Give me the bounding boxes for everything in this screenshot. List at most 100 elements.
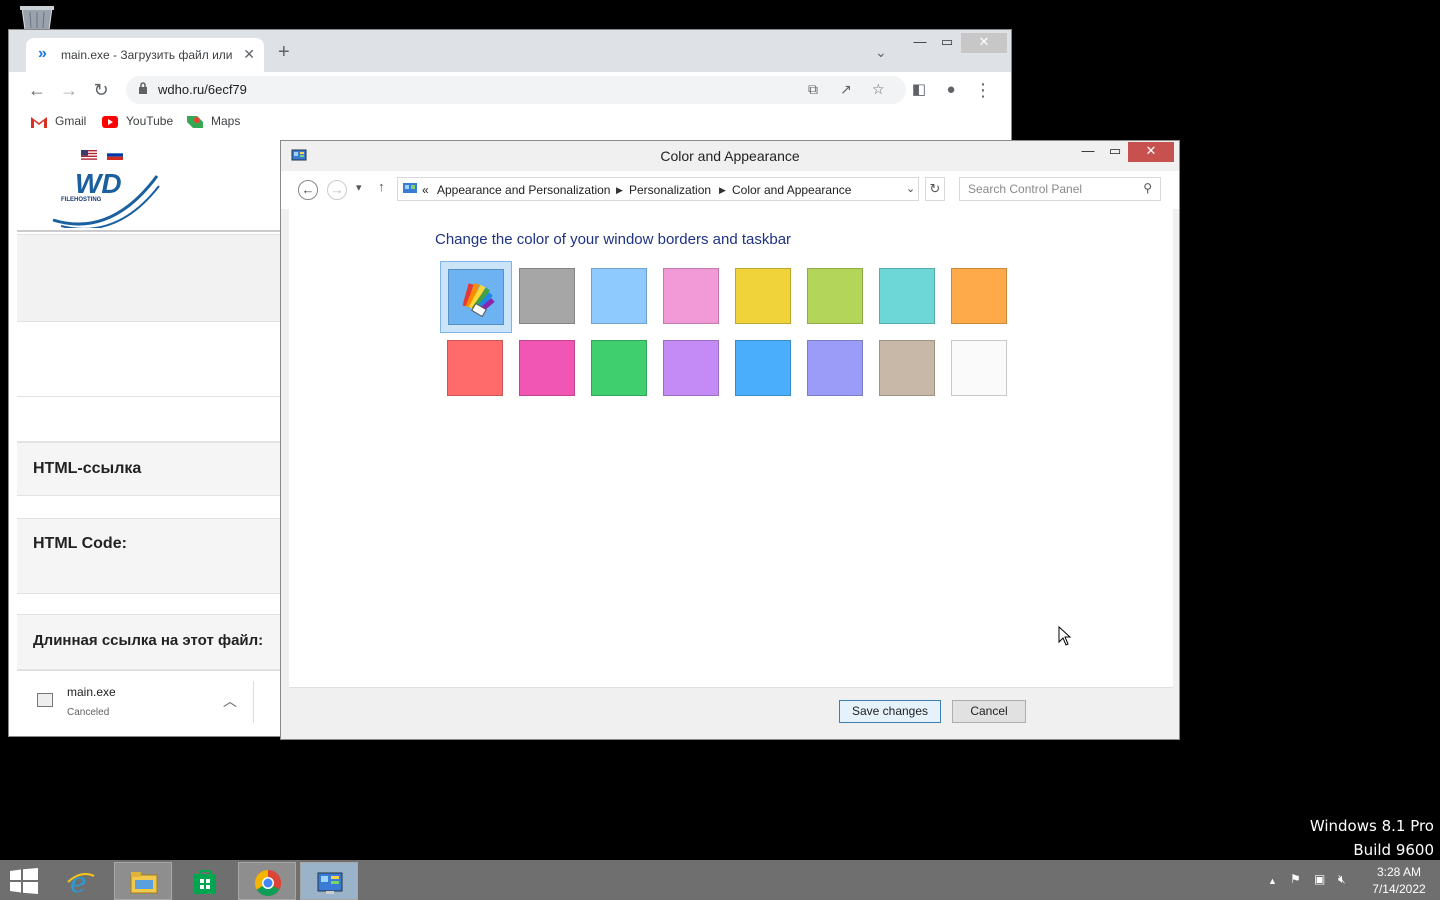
system-clock[interactable]: 3:28 AM 7/14/2022 <box>1362 864 1436 898</box>
taskbar-chrome[interactable] <box>238 862 296 900</box>
side-panel-icon[interactable]: ◧ <box>909 80 929 100</box>
russia-flag-icon[interactable] <box>107 150 123 160</box>
tab-search-chevron-icon[interactable]: ⌄ <box>875 44 887 61</box>
search-icon[interactable]: ⚲ <box>1143 181 1152 195</box>
show-hidden-icons-chevron-icon[interactable]: ▲ <box>1268 876 1277 886</box>
spacer-block-2 <box>17 396 281 442</box>
browser-close-button[interactable]: ✕ <box>961 33 1007 53</box>
cp-titlebar[interactable]: Color and Appearance — ▭ ✕ <box>281 141 1179 171</box>
swatch-fill <box>448 269 504 325</box>
mouse-cursor-icon <box>1058 626 1072 646</box>
share-icon[interactable]: ↗ <box>840 81 852 98</box>
refresh-icon[interactable]: ↻ <box>925 177 945 201</box>
color-swatch-13[interactable] <box>728 333 800 405</box>
cp-close-button[interactable]: ✕ <box>1128 142 1174 162</box>
action-center-flag-icon[interactable]: ⚑ <box>1290 872 1301 886</box>
color-swatch-1[interactable] <box>440 261 512 333</box>
gmail-icon <box>31 116 47 128</box>
network-icon[interactable]: ▣ <box>1314 872 1325 886</box>
bookmark-gmail[interactable]: Gmail <box>31 114 86 128</box>
swatch-fill <box>879 340 935 396</box>
swatch-fill <box>951 268 1007 324</box>
new-tab-button[interactable]: + <box>278 42 290 62</box>
save-changes-button[interactable]: Save changes <box>839 700 941 723</box>
chevron-up-icon[interactable]: ︿ <box>223 691 237 711</box>
address-bar[interactable]: wdho.ru/6ecf79 ⧉ ↗ ☆ <box>126 76 906 104</box>
color-swatch-8[interactable] <box>944 261 1016 333</box>
color-swatch-6[interactable] <box>800 261 872 333</box>
color-swatch-16[interactable] <box>944 333 1016 405</box>
internet-explorer-icon: e <box>67 868 95 896</box>
download-status: Canceled <box>67 707 110 718</box>
windows-start-icon[interactable] <box>10 868 38 894</box>
us-flag-icon[interactable] <box>81 150 97 160</box>
cancel-button[interactable]: Cancel <box>952 700 1026 723</box>
back-arrow-icon[interactable]: ← <box>298 180 318 200</box>
tab-close-icon[interactable]: ✕ <box>243 46 255 63</box>
swatch-fill <box>663 340 719 396</box>
webpage-content: WD FILEHOSTING HTML-ссылка HTML Code: Дл… <box>17 142 281 732</box>
forward-arrow-icon[interactable]: → <box>327 180 347 200</box>
bookmark-label: Gmail <box>55 114 87 128</box>
color-swatch-15[interactable] <box>872 333 944 405</box>
address-dropdown-chevron-icon[interactable]: ⌄ <box>906 182 915 195</box>
taskbar-store[interactable] <box>176 862 234 900</box>
bookmark-star-icon[interactable]: ☆ <box>872 81 885 98</box>
color-swatch-4[interactable] <box>656 261 728 333</box>
youtube-icon <box>102 115 118 128</box>
browser-maximize-button[interactable]: ▭ <box>934 33 960 53</box>
store-icon <box>194 870 216 894</box>
color-swatch-12[interactable] <box>656 333 728 405</box>
breadcrumb-separator-icon[interactable]: ▶ <box>616 185 623 196</box>
more-menu-icon[interactable]: ⋮ <box>973 80 993 100</box>
color-swatch-7[interactable] <box>872 261 944 333</box>
breadcrumb-overflow[interactable]: « <box>422 183 429 197</box>
cp-navigation-bar: ← → ▾ ↑ « Appearance and Personalization… <box>281 171 1179 209</box>
wd-filehosting-logo[interactable]: WD FILEHOSTING <box>51 168 161 230</box>
breadcrumb-separator-icon[interactable]: ▶ <box>719 185 726 196</box>
cp-minimize-button[interactable]: — <box>1075 142 1101 162</box>
browser-minimize-button[interactable]: — <box>907 33 933 53</box>
forward-arrow-icon[interactable]: → <box>59 80 79 100</box>
color-swatch-10[interactable] <box>512 333 584 405</box>
control-panel-icon <box>403 183 417 193</box>
color-swatch-9[interactable] <box>440 333 512 405</box>
bookmark-maps[interactable]: Maps <box>187 114 240 128</box>
color-swatch-2[interactable] <box>512 261 584 333</box>
swatch-fill <box>663 268 719 324</box>
up-arrow-icon[interactable]: ↑ <box>378 179 385 194</box>
bookmark-youtube[interactable]: YouTube <box>102 114 173 128</box>
cp-maximize-button[interactable]: ▭ <box>1102 142 1128 162</box>
cp-address-bar[interactable]: « Appearance and Personalization ▶ Perso… <box>397 177 919 201</box>
swatch-fill <box>735 340 791 396</box>
taskbar-control-panel[interactable] <box>300 862 358 900</box>
recent-locations-chevron-icon[interactable]: ▾ <box>356 181 362 194</box>
reload-icon[interactable]: ↻ <box>91 80 111 100</box>
taskbar-file-explorer[interactable] <box>114 862 172 900</box>
swatch-fill <box>447 340 503 396</box>
breadcrumb-personalization[interactable]: Personalization <box>629 183 711 197</box>
swatch-fill <box>951 340 1007 396</box>
taskbar-internet-explorer[interactable]: e <box>52 862 110 900</box>
color-swatch-14[interactable] <box>800 333 872 405</box>
breadcrumb-appearance-personalization[interactable]: Appearance and Personalization <box>437 183 610 197</box>
watermark-build: Build 9600 <box>1353 841 1434 859</box>
control-panel-icon <box>317 872 343 894</box>
profile-avatar-icon[interactable]: ● <box>941 80 961 100</box>
color-swatch-5[interactable] <box>728 261 800 333</box>
volume-muted-icon[interactable]: 🔇︎ <box>1338 872 1346 887</box>
browser-tab[interactable]: » main.exe - Загрузить файл или ф ✕ <box>26 38 264 72</box>
url-text[interactable]: wdho.ru/6ecf79 <box>158 82 247 97</box>
color-swatch-11[interactable] <box>584 333 656 405</box>
recycle-bin-icon[interactable] <box>18 4 56 30</box>
translate-icon[interactable]: ⧉ <box>808 81 818 98</box>
back-arrow-icon[interactable]: ← <box>27 80 47 100</box>
html-link-section: HTML-ссылка <box>17 442 281 496</box>
search-input[interactable] <box>960 178 1130 200</box>
color-swatch-3[interactable] <box>584 261 656 333</box>
breadcrumb-color-appearance[interactable]: Color and Appearance <box>732 183 851 197</box>
file-icon <box>37 693 53 707</box>
download-filename[interactable]: main.exe <box>67 685 116 699</box>
long-link-heading: Длинная ссылка на этот файл: <box>33 632 264 649</box>
cp-search-box[interactable]: ⚲ <box>959 177 1161 201</box>
